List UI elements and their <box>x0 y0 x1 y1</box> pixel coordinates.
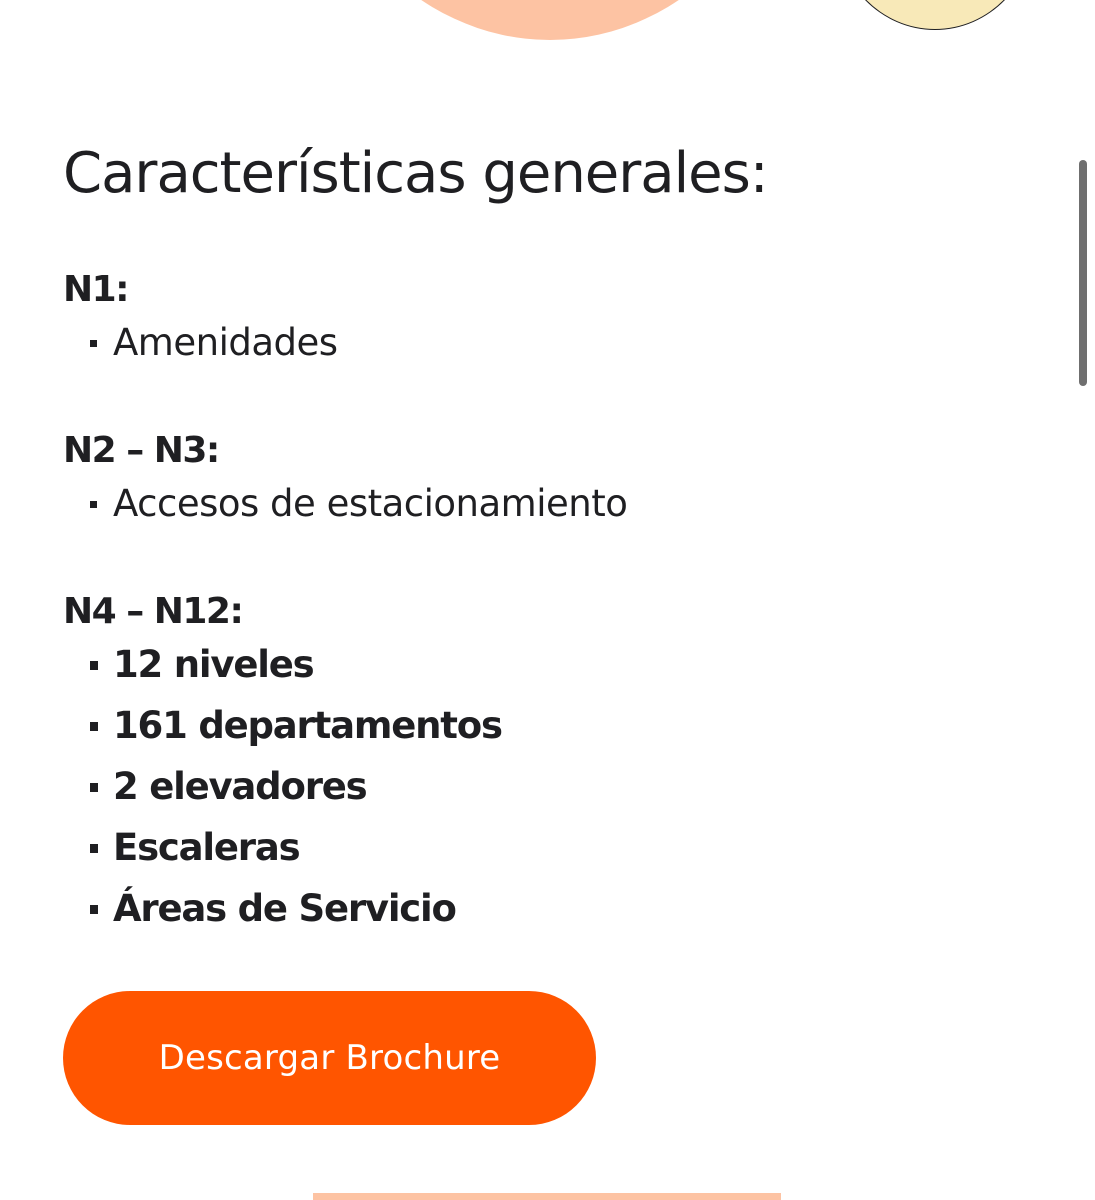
decorative-peach-circle <box>300 0 800 40</box>
feature-list: 12 niveles 161 departamentos 2 elevadore… <box>63 634 503 939</box>
feature-item-label: 161 departamentos <box>113 704 503 747</box>
feature-item: Escaleras <box>63 817 502 878</box>
feature-item: 2 elevadores <box>63 756 502 817</box>
feature-list: Amenidades <box>63 312 338 373</box>
feature-item-label: 12 niveles <box>113 643 315 686</box>
feature-item-label: Escaleras <box>113 826 301 869</box>
bullet-square-icon <box>90 783 98 792</box>
download-brochure-label: Descargar Brochure <box>158 1038 501 1078</box>
feature-item: Accesos de estacionamiento <box>63 473 628 534</box>
level-heading: N4 – N12: <box>63 591 244 632</box>
feature-item: 12 niveles <box>63 634 502 695</box>
bullet-square-icon <box>90 501 97 508</box>
feature-item-label: Accesos de estacionamiento <box>113 482 628 525</box>
feature-item-label: Amenidades <box>113 321 338 364</box>
feature-item: Áreas de Servicio <box>63 878 502 939</box>
decorative-bottom-bar <box>313 1193 781 1200</box>
feature-item: 161 departamentos <box>63 695 503 756</box>
feature-list: Accesos de estacionamiento <box>63 473 628 534</box>
level-heading: N2 – N3: <box>63 430 220 471</box>
level-group-n2-n3: N2 – N3: Accesos de estacionamiento <box>63 429 628 534</box>
decorative-cream-circle <box>835 0 1035 30</box>
page: Características generales: N1: Amenidade… <box>0 0 1095 1200</box>
bullet-square-icon <box>90 722 98 731</box>
bullet-square-icon <box>90 340 97 347</box>
feature-item-label: Áreas de Servicio <box>113 887 457 930</box>
bullet-square-icon <box>90 661 98 670</box>
feature-item: Amenidades <box>63 312 338 373</box>
level-group-n1: N1: Amenidades <box>63 268 338 373</box>
level-group-n4-n12: N4 – N12: 12 niveles 161 departamentos 2… <box>63 590 503 939</box>
level-heading: N1: <box>63 269 130 310</box>
section-title: Características generales: <box>63 141 769 206</box>
scrollbar-thumb[interactable] <box>1079 160 1087 386</box>
download-brochure-button[interactable]: Descargar Brochure <box>63 991 596 1125</box>
bullet-square-icon <box>90 844 98 853</box>
feature-item-label: 2 elevadores <box>113 765 368 808</box>
bullet-square-icon <box>90 905 98 914</box>
